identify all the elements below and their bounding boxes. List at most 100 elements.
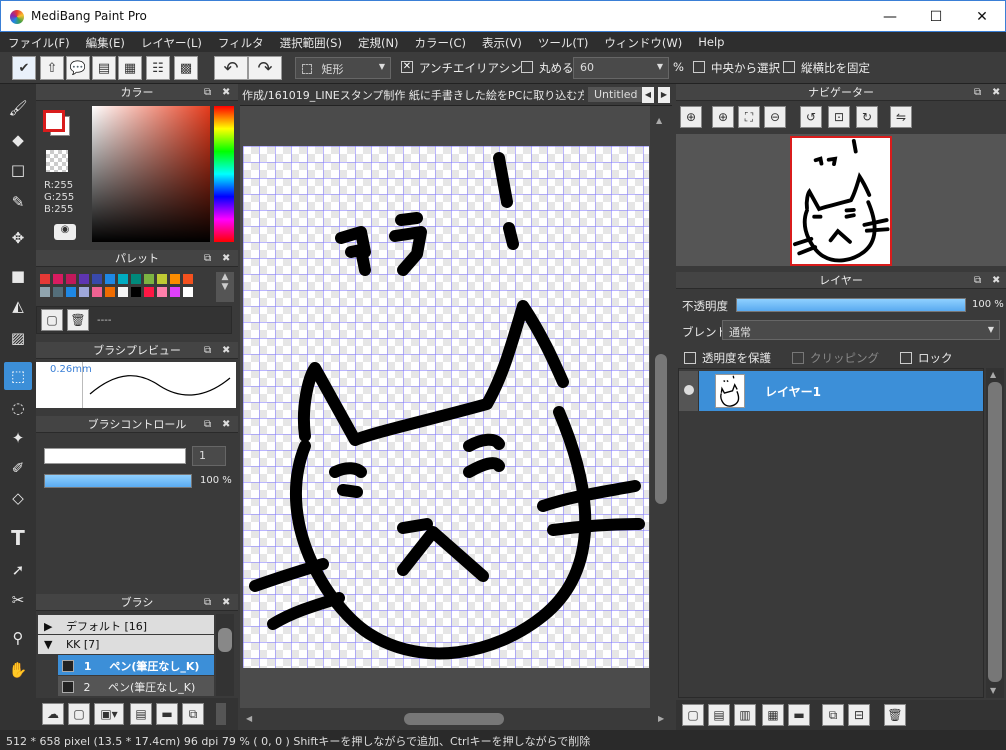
palette-swatch[interactable] xyxy=(157,287,167,297)
popout-icon[interactable]: ⧉ xyxy=(204,342,211,359)
close-icon[interactable]: ✖ xyxy=(222,594,230,611)
popout-icon[interactable]: ⧉ xyxy=(204,416,211,433)
scroll-thumb[interactable] xyxy=(655,354,667,504)
new-halftone-layer-icon[interactable]: ▤ xyxy=(708,704,730,726)
popout-icon[interactable]: ⧉ xyxy=(204,84,211,101)
speech-icon[interactable]: ▤ xyxy=(92,56,116,80)
round-value-select[interactable]: 60 ▼ xyxy=(573,57,669,79)
move-tool-icon[interactable]: ✥ xyxy=(4,224,32,252)
flip-horizontal-icon[interactable]: ⇋ xyxy=(890,106,912,128)
brush-item[interactable]: 1 ペン(筆圧なし_K) xyxy=(58,655,214,675)
menu-item[interactable]: 定規(N) xyxy=(350,32,407,52)
merge-down-icon[interactable]: ⊟ xyxy=(848,704,870,726)
select-pen-tool-icon[interactable]: ✐ xyxy=(4,454,32,482)
close-icon[interactable]: ✖ xyxy=(992,84,1000,101)
eraser-tool-icon[interactable]: ◆ xyxy=(4,126,32,154)
palette-scrollbar[interactable]: ▲ ▼ xyxy=(216,272,234,302)
divide-tool-icon[interactable]: ✂ xyxy=(4,586,32,614)
popout-icon[interactable]: ⧉ xyxy=(204,250,211,267)
tab-scroll-right-icon[interactable]: ▶ xyxy=(658,87,670,103)
fit-window-icon[interactable]: ⛶ xyxy=(738,106,760,128)
magic-wand-tool-icon[interactable]: ✦ xyxy=(4,424,32,452)
scroll-up-icon[interactable]: ▲ xyxy=(656,116,666,126)
lasso-tool-icon[interactable]: ◌ xyxy=(4,394,32,422)
new-layer-icon[interactable]: ▢ xyxy=(682,704,704,726)
palette-swatch[interactable] xyxy=(66,287,76,297)
saturation-value-picker[interactable] xyxy=(92,106,210,242)
brush-list-scrollbar[interactable] xyxy=(216,614,234,696)
zoom-in-icon[interactable]: ⊕ xyxy=(712,106,734,128)
close-icon[interactable]: ✖ xyxy=(992,272,1000,289)
palette-swatch[interactable] xyxy=(157,274,167,284)
zoom-out-icon[interactable]: ⊖ xyxy=(764,106,786,128)
scroll-handle[interactable] xyxy=(216,703,226,725)
menu-item[interactable]: フィルタ xyxy=(210,32,272,52)
hue-slider[interactable] xyxy=(214,106,234,242)
scroll-left-icon[interactable]: ◀ xyxy=(246,714,252,723)
rectangle-tool-icon[interactable]: □ xyxy=(4,156,32,184)
duplicate-brush-icon[interactable]: ⧉ xyxy=(182,703,204,725)
minimize-button[interactable]: — xyxy=(867,1,913,32)
palette-swatch[interactable] xyxy=(105,287,115,297)
zoom-actual-icon[interactable]: ⊕ xyxy=(680,106,702,128)
text-tool-icon[interactable]: T xyxy=(4,524,32,552)
palette-swatch[interactable] xyxy=(53,287,63,297)
operation-tool-icon[interactable]: ➚ xyxy=(4,556,32,584)
drawing-canvas[interactable] xyxy=(243,146,649,668)
center-select-checkbox[interactable] xyxy=(693,61,705,73)
close-button[interactable]: ✕ xyxy=(959,1,1005,32)
canvas-vertical-scrollbar[interactable]: ▲ xyxy=(650,106,672,708)
layer-opacity-slider[interactable] xyxy=(736,298,966,312)
delete-layer-icon[interactable]: 🗑 xyxy=(884,704,906,726)
tab-scroll-left-icon[interactable]: ◀ xyxy=(642,87,654,103)
brush-item[interactable]: 2 ペン(筆圧なし_K) xyxy=(58,676,214,696)
palette-swatch[interactable] xyxy=(79,287,89,297)
palette-swatch[interactable] xyxy=(183,274,193,284)
close-icon[interactable]: ✖ xyxy=(222,342,230,359)
menu-item[interactable]: 表示(V) xyxy=(474,32,530,52)
dot-brush-tool-icon[interactable]: ✎ xyxy=(4,188,32,216)
palette-swatch[interactable] xyxy=(53,274,63,284)
scroll-down-icon[interactable]: ▼ xyxy=(990,686,996,695)
palette-swatch[interactable] xyxy=(105,274,115,284)
palette-swatch[interactable] xyxy=(131,287,141,297)
brush-size-slider[interactable] xyxy=(44,448,186,464)
palette-swatch[interactable] xyxy=(79,274,89,284)
menu-item[interactable]: 選択範囲(S) xyxy=(272,32,350,52)
popout-icon[interactable]: ⧉ xyxy=(974,272,981,289)
brush-size-input[interactable]: 1 xyxy=(192,446,226,466)
canvas-horizontal-scrollbar[interactable]: ◀ ▶ xyxy=(240,708,672,730)
transparent-color-swatch[interactable] xyxy=(46,150,68,172)
close-icon[interactable]: ✖ xyxy=(222,250,230,267)
round-checkbox[interactable] xyxy=(521,61,533,73)
close-icon[interactable]: ✖ xyxy=(222,84,230,101)
list-icon[interactable]: ☷ xyxy=(146,56,170,80)
scroll-thumb[interactable] xyxy=(404,713,504,725)
selection-shape-select[interactable]: 矩形 ▼ xyxy=(295,57,391,79)
scroll-right-icon[interactable]: ▶ xyxy=(658,714,664,723)
brush-opacity-slider[interactable] xyxy=(44,474,192,488)
redo-icon[interactable]: ↷ xyxy=(248,56,282,80)
new-brush-icon[interactable]: ▢ xyxy=(68,703,90,725)
close-icon[interactable]: ✖ xyxy=(222,416,230,433)
blend-mode-select[interactable]: 通常 ▼ xyxy=(722,320,1000,340)
lock-checkbox[interactable] xyxy=(900,352,912,364)
brush-settings-icon[interactable]: ▤ xyxy=(130,703,152,725)
scroll-up-icon[interactable]: ▲ xyxy=(990,370,996,379)
popout-icon[interactable]: ⧉ xyxy=(974,84,981,101)
menu-item[interactable]: レイヤー(L) xyxy=(133,32,210,52)
palette-swatch[interactable] xyxy=(92,287,102,297)
menu-item[interactable]: Help xyxy=(690,32,732,52)
palette-swatch[interactable] xyxy=(144,274,154,284)
add-brush-menu-icon[interactable]: ▣▾ xyxy=(94,703,124,725)
palette-swatch[interactable] xyxy=(183,287,193,297)
new-1bit-layer-icon[interactable]: ▦ xyxy=(762,704,784,726)
select-eraser-tool-icon[interactable]: ◇ xyxy=(4,484,32,512)
new-palette-icon[interactable]: ▢ xyxy=(41,309,63,331)
antialias-checkbox[interactable]: ✕ xyxy=(401,61,413,73)
layer-row[interactable]: レイヤー1 xyxy=(679,371,983,411)
new-8bit-layer-icon[interactable]: ▥ xyxy=(734,704,756,726)
palette-swatch[interactable] xyxy=(118,274,128,284)
palette-swatch[interactable] xyxy=(131,274,141,284)
comment-icon[interactable]: 💬 xyxy=(66,56,90,80)
